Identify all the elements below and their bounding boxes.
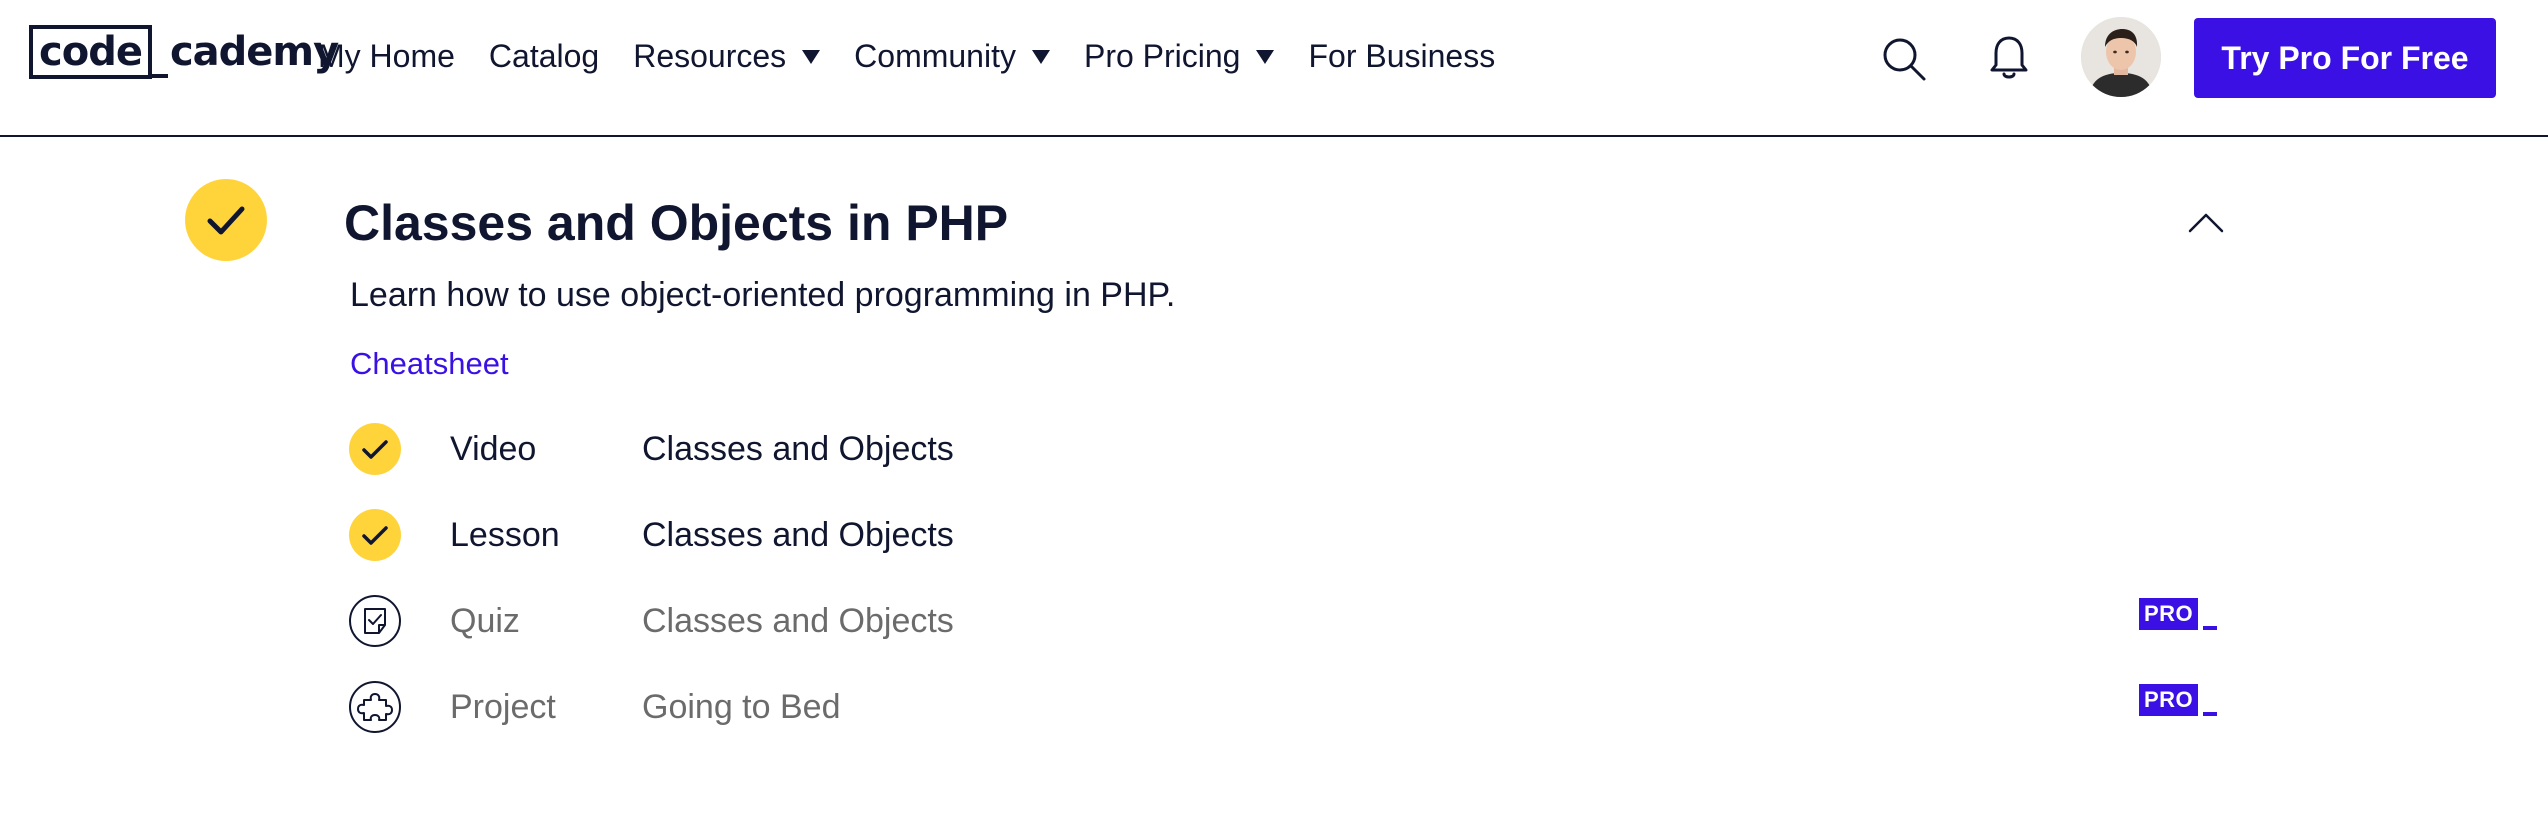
- bell-icon: [1990, 36, 2028, 79]
- module-complete-badge: [185, 179, 267, 261]
- nav-my-home-label: My Home: [318, 38, 455, 74]
- quiz-icon: [364, 608, 386, 634]
- item-title: Classes and Objects: [642, 516, 954, 554]
- item-type: Project: [450, 688, 556, 726]
- user-avatar[interactable]: [2081, 17, 2161, 97]
- item-title: Classes and Objects: [642, 430, 954, 468]
- item-type: Lesson: [450, 516, 560, 554]
- nav-my-home[interactable]: My Home: [318, 38, 455, 75]
- pro-badge: PRO: [2139, 684, 2218, 716]
- top-nav-bar: code cademy My Home Catalog Resources Com…: [0, 0, 2548, 137]
- profile-photo: [2081, 17, 2161, 97]
- check-icon: [207, 206, 245, 235]
- nav-community[interactable]: Community: [854, 38, 1050, 75]
- chevron-up-icon: [2188, 213, 2224, 233]
- pro-badge-label: PRO: [2139, 598, 2199, 630]
- pro-badge-label: PRO: [2139, 684, 2199, 716]
- caret-down-icon: [1031, 49, 1050, 64]
- item-title: Classes and Objects: [642, 602, 954, 640]
- nav-resources[interactable]: Resources: [633, 38, 821, 75]
- module-description: Learn how to use object-oriented program…: [350, 276, 1176, 314]
- notifications-button[interactable]: [1989, 34, 2029, 82]
- nav-community-label: Community: [854, 38, 1016, 74]
- pro-badge-cursor: [2203, 712, 2218, 716]
- module-title: Classes and Objects in PHP: [344, 195, 1009, 251]
- check-icon: [362, 440, 388, 459]
- item-type: Video: [450, 430, 537, 468]
- nav-catalog-label: Catalog: [488, 38, 600, 74]
- logo-cursor: [151, 74, 168, 78]
- item-title: Going to Bed: [642, 688, 841, 726]
- nav-resources-label: Resources: [633, 38, 787, 74]
- nav-pro-pricing-label: Pro Pricing: [1083, 38, 1241, 74]
- try-pro-button[interactable]: Try Pro For Free: [2194, 18, 2496, 98]
- puzzle-icon: [357, 693, 393, 721]
- item-status-badge: [349, 681, 401, 733]
- nav-for-business[interactable]: For Business: [1308, 38, 1495, 75]
- item-status-badge: [349, 595, 401, 647]
- caret-down-icon: [802, 49, 821, 64]
- pro-badge: PRO: [2139, 598, 2218, 630]
- content-item-video[interactable]: Video Classes and Objects: [349, 423, 2219, 479]
- search-icon: [1883, 38, 1926, 81]
- cheatsheet-link[interactable]: Cheatsheet: [350, 342, 509, 386]
- content-item-project[interactable]: Project Going to Bed PRO: [349, 681, 2219, 737]
- nav-for-business-label: For Business: [1308, 38, 1496, 74]
- codecademy-logo[interactable]: code cademy: [29, 24, 339, 80]
- logo-rest-text: cademy: [169, 29, 339, 75]
- nav-pro-pricing[interactable]: Pro Pricing: [1084, 38, 1275, 75]
- caret-down-icon: [1256, 49, 1275, 64]
- main-nav: My Home Catalog Resources Community Pro …: [318, 0, 1529, 113]
- collapse-module-button[interactable]: [2186, 207, 2226, 237]
- item-complete-badge: [349, 423, 401, 475]
- check-icon: [362, 526, 388, 545]
- content-item-quiz[interactable]: Quiz Classes and Objects PRO: [349, 595, 2219, 651]
- item-type: Quiz: [450, 602, 520, 640]
- logo-boxed-text: code: [29, 25, 152, 79]
- pro-badge-cursor: [2203, 626, 2218, 630]
- nav-catalog[interactable]: Catalog: [489, 38, 599, 75]
- item-complete-badge: [349, 509, 401, 561]
- content-item-lesson[interactable]: Lesson Classes and Objects: [349, 509, 2219, 565]
- search-button[interactable]: [1880, 35, 1928, 83]
